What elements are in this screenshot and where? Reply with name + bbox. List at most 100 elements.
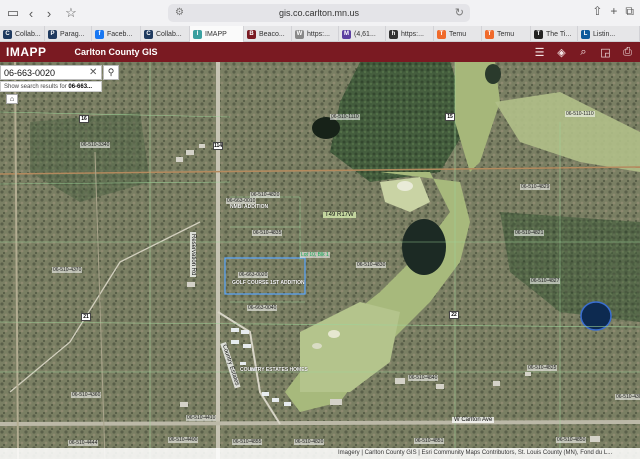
tab-label: Collab... xyxy=(15,30,41,38)
tab-favicon-icon: I xyxy=(193,29,202,39)
attribution-text: Imagery | Carlton County GIS | Esri Comm… xyxy=(338,450,613,456)
parcel-label: 06-510-4840 xyxy=(408,375,439,381)
browser-tab[interactable]: T Temu xyxy=(482,26,531,42)
address-bar[interactable]: ⚙ gis.co.carlton.mn.us ↻ xyxy=(168,4,470,22)
browser-toolbar: ▭ ‹ › ☆ ⚙ gis.co.carlton.mn.us ↻ ⇧ + ⧉ xyxy=(0,0,640,26)
parcel-label: 06-510-4821 xyxy=(514,230,545,236)
browser-tab[interactable]: C Collab... xyxy=(0,26,45,42)
parcel-label: 06-510-4829 xyxy=(520,184,551,190)
tab-favicon-icon: B xyxy=(247,29,256,39)
browser-tab[interactable]: f Faceb... xyxy=(92,26,141,42)
parcel-label: 06-510-4370 xyxy=(52,267,83,273)
browser-tab[interactable]: Whttps:... xyxy=(292,26,339,42)
tab-favicon-icon: L xyxy=(581,29,590,39)
tab-label: Faceb... xyxy=(107,30,133,38)
tab-favicon-icon: C xyxy=(144,29,153,39)
clear-icon[interactable]: ✕ xyxy=(89,67,99,78)
app-title: IMAPP xyxy=(6,45,47,59)
browser-tab[interactable]: M (4,61... xyxy=(339,26,386,42)
parcel-label: 06-510-4855 xyxy=(232,439,263,445)
browser-tab[interactable]: T Temu xyxy=(434,26,482,42)
parcel-label: 06-663-0040 xyxy=(247,305,278,311)
home-icon[interactable]: ⌂ xyxy=(6,94,18,104)
page-settings-icon[interactable]: ⚙ xyxy=(175,7,184,18)
tab-label: IMAPP xyxy=(205,30,227,38)
suggest-prefix: Show search results for xyxy=(4,84,67,90)
suggest-term: 06-663... xyxy=(68,84,93,90)
reservation-road-label: Reservation Rd xyxy=(190,232,196,278)
road-16-shield: 16 xyxy=(79,115,89,123)
new-tab-icon[interactable]: + xyxy=(610,4,617,19)
search-icon: ⚲ xyxy=(107,67,115,77)
tab-label: Temu xyxy=(449,30,467,38)
parcel-label: 06-510-4360 xyxy=(71,392,102,398)
county-title: Carlton County GIS xyxy=(74,47,158,57)
road-21-shield: 21 xyxy=(81,313,91,321)
share-icon[interactable]: ⇧ xyxy=(592,4,602,19)
country-estates-homes-label: COUNTRY ESTATES HOMES xyxy=(240,367,308,373)
tab-favicon-icon: f xyxy=(95,29,104,39)
parcel-label: 06-510-4820 xyxy=(294,439,325,445)
parcel-label: 06-510-4850 xyxy=(556,437,587,443)
tab-favicon-icon: M xyxy=(342,29,351,39)
parcel-label: 06-510-4835 xyxy=(252,230,283,236)
tab-label: Collab... xyxy=(156,30,182,38)
tab-label: The Ti... xyxy=(546,30,572,38)
browser-tab[interactable]: L Listin... xyxy=(578,26,640,42)
golf-course-addition-label: GOLF COURSE 1ST ADDITION xyxy=(232,280,305,286)
app-header: IMAPP Carlton County GIS ☰ ◈ ⌕ ◲ ⎙ xyxy=(0,42,640,62)
bookmark-star-icon[interactable]: ☆ xyxy=(62,4,80,22)
parcel-label: 06-510-4305 xyxy=(615,394,640,400)
parcel-label: 06-510-4400 xyxy=(168,437,199,443)
parcel-label: 06-510-4825 xyxy=(527,365,558,371)
aerial-imagery xyxy=(0,62,640,459)
tab-label: Temu xyxy=(497,30,515,38)
carlton-ave-label: W Carlton Ave xyxy=(452,417,495,423)
township-label: T49 R17W xyxy=(323,212,356,218)
tab-label: https:... xyxy=(401,30,424,38)
browser-tab[interactable]: T The Ti... xyxy=(531,26,578,42)
tab-label: https:... xyxy=(307,30,330,38)
highway-114-shield: 114 xyxy=(213,142,223,150)
measure-icon[interactable]: ◲ xyxy=(597,44,614,60)
parcel-label: 06-510-4410 xyxy=(186,415,217,421)
parcel-label: 06-510-1110 xyxy=(565,111,595,117)
road-22-shield: 22 xyxy=(449,311,459,319)
nmbi-addition-label: NMBI ADDITION xyxy=(230,204,269,210)
browser-tab[interactable]: h https:... xyxy=(386,26,434,42)
forward-icon[interactable]: › xyxy=(40,4,58,22)
browser-tab[interactable]: B Beaco... xyxy=(244,26,292,42)
url-text: gis.co.carlton.mn.us xyxy=(278,8,360,18)
tab-favicon-icon: W xyxy=(295,29,304,39)
back-icon[interactable]: ‹ xyxy=(22,4,40,22)
browser-tab[interactable]: C Collab... xyxy=(141,26,190,42)
browser-tab[interactable]: I IMAPP xyxy=(190,26,244,42)
search-value: 06-663-0020 xyxy=(4,67,56,78)
search-suggestion[interactable]: Show search results for 06-663... xyxy=(0,81,102,92)
tab-favicon-icon: P xyxy=(48,29,57,39)
tab-favicon-icon: T xyxy=(485,29,494,39)
sidebar-icon[interactable]: ▭ xyxy=(4,4,22,22)
tab-favicon-icon: T xyxy=(534,29,543,39)
reload-icon[interactable]: ↻ xyxy=(455,6,464,19)
search-input[interactable]: 06-663-0020 ✕ xyxy=(0,65,102,80)
search-button[interactable]: ⚲ xyxy=(103,65,119,80)
road-15-shield: 15 xyxy=(445,113,455,121)
tab-overview-icon[interactable]: ⧉ xyxy=(625,4,634,19)
tab-label: Beaco... xyxy=(259,30,285,38)
layers-icon[interactable]: ◈ xyxy=(553,44,570,60)
parcel-label: 06-510-4830 xyxy=(356,262,387,268)
tab-label: (4,61... xyxy=(354,30,376,38)
toolbar-right: ⇧ + ⧉ xyxy=(592,4,634,19)
map-view[interactable]: 114 15 16 22 21 Reservation Rd W Carlton… xyxy=(0,62,640,459)
list-icon[interactable]: ☰ xyxy=(531,44,548,60)
tab-favicon-icon: h xyxy=(389,29,398,39)
tab-label: Parag... xyxy=(60,30,85,38)
tab-favicon-icon: T xyxy=(437,29,446,39)
print-icon[interactable]: ⎙ xyxy=(619,44,636,60)
tab-bar: C Collab... P Parag... f Faceb... C Collab... I I… xyxy=(0,26,640,42)
parcel-label: 06-510-4851 xyxy=(414,438,445,444)
browser-tab[interactable]: P Parag... xyxy=(45,26,92,42)
lot-label: Lot 10, Blk 1 xyxy=(300,252,330,258)
identify-icon[interactable]: ⌕ xyxy=(575,44,592,60)
